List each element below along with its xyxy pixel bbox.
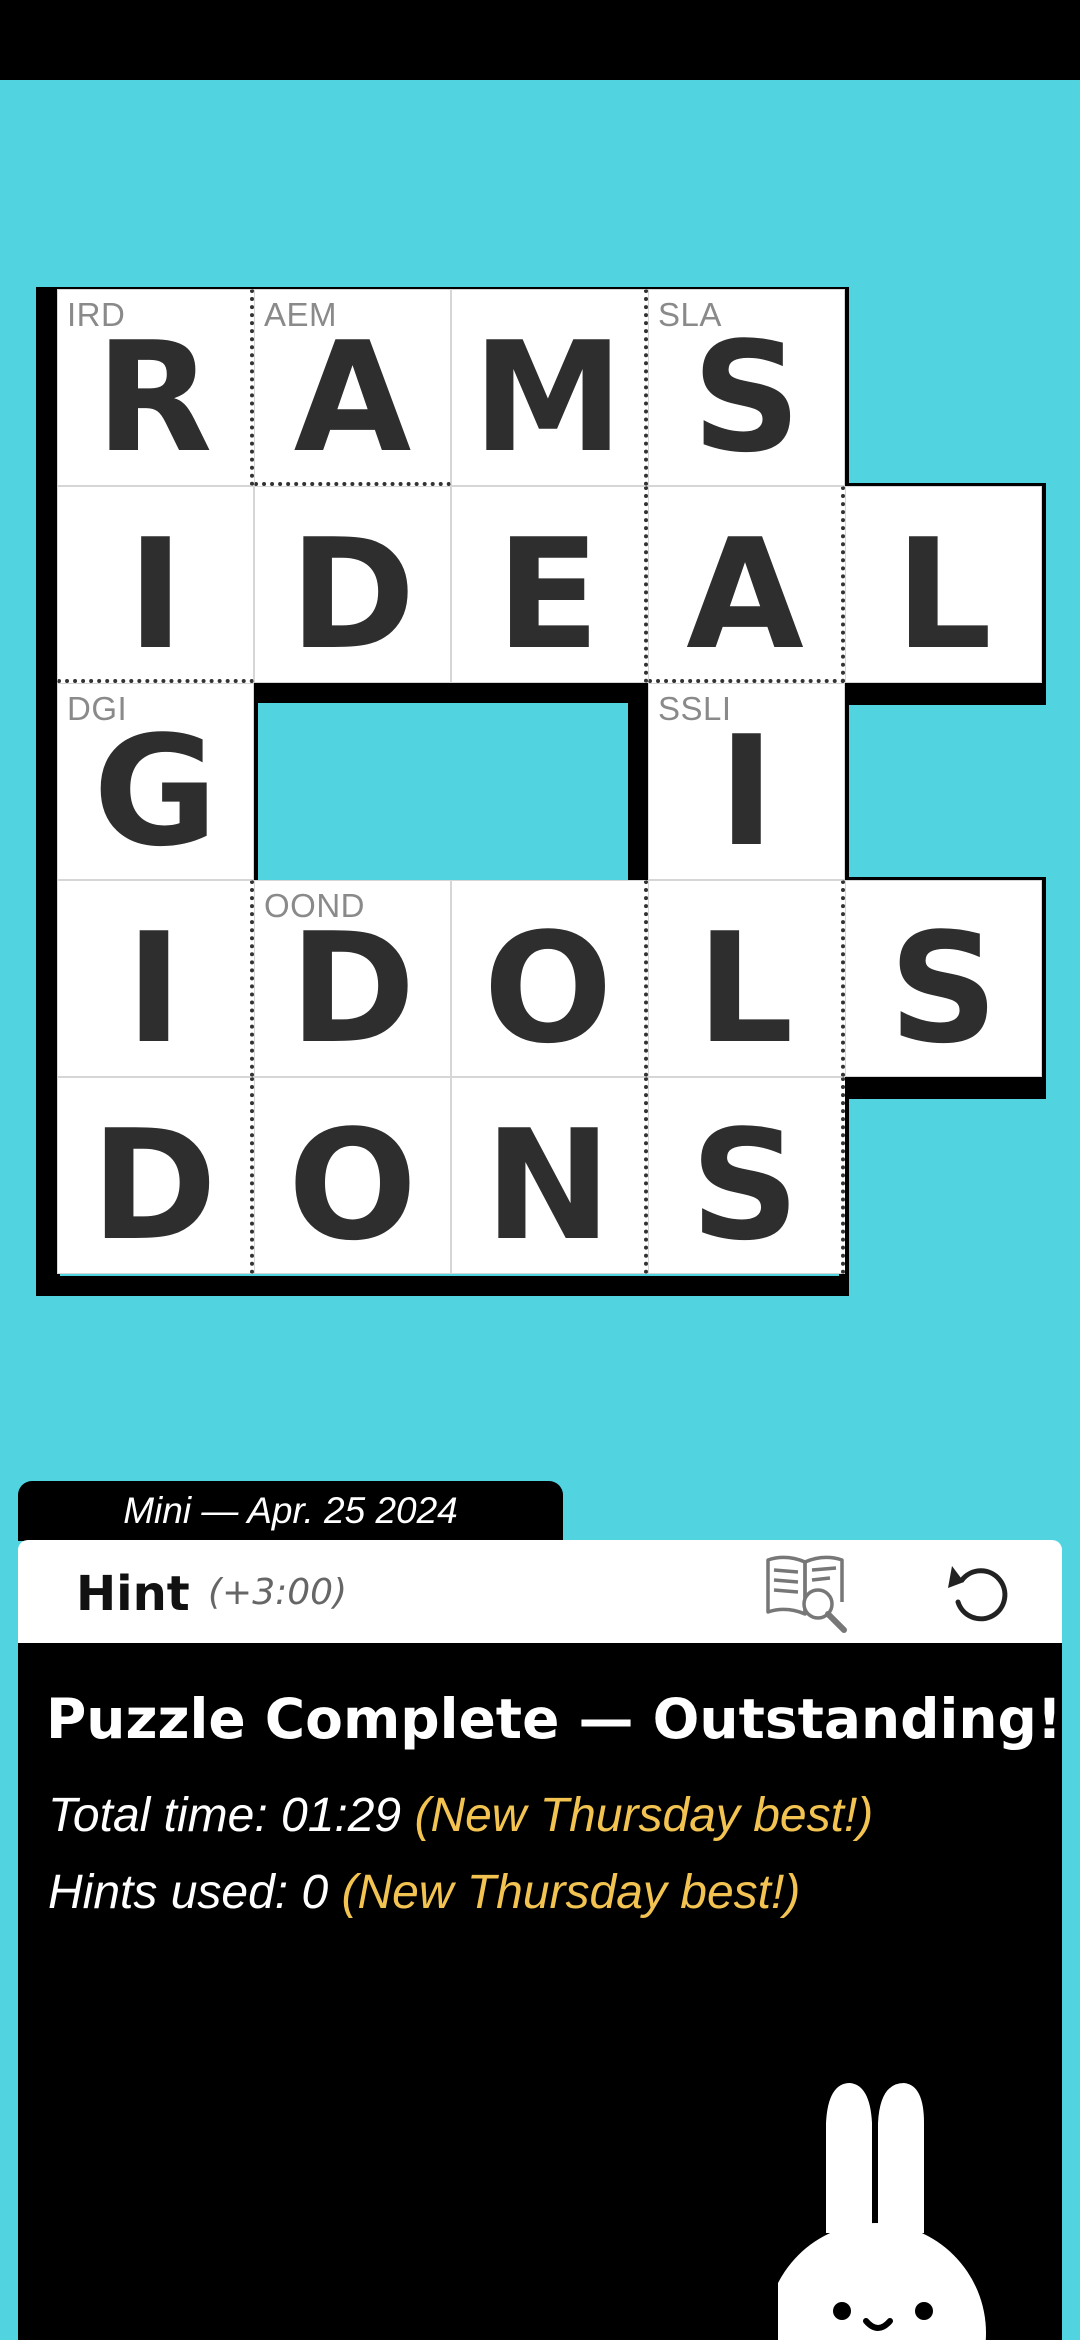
cell-letter: M — [472, 309, 624, 486]
bunny-mascot-icon — [778, 2083, 986, 2340]
grid-cell-r5c3[interactable]: N — [451, 1077, 648, 1274]
grid-cell-r5c4[interactable]: S — [648, 1077, 845, 1274]
grid-cell-r5c1[interactable]: D — [57, 1077, 254, 1274]
crossword-grid: IRD R AEM A M SLA S I D E A L DGI G SSLI I I OOND D O L S D O N S — [0, 0, 1080, 1320]
cell-letter: S — [888, 900, 999, 1077]
grid-frame-bottom — [36, 1276, 849, 1296]
grid-frame-s-bottom — [839, 1077, 1046, 1099]
grid-cell-r4c5[interactable]: S — [845, 880, 1042, 1077]
results-panel: Puzzle Complete — Outstanding! Total tim… — [18, 1643, 1062, 2340]
grid-cell-r4c2[interactable]: OOND D — [254, 880, 451, 1077]
grid-cell-r3c4[interactable]: SSLI I — [648, 683, 845, 880]
cell-letter: I — [127, 506, 184, 683]
cell-letter: I — [718, 703, 775, 880]
cell-letter: A — [293, 309, 412, 486]
cell-letter: D — [289, 506, 416, 683]
grid-hole — [258, 703, 628, 881]
total-time: Total time: 01:29 — [48, 1789, 402, 1842]
grid-cell-r2c5[interactable]: L — [845, 486, 1042, 683]
hint-button[interactable]: Hint — [76, 1566, 190, 1622]
grid-cell-r4c4[interactable]: L — [648, 880, 845, 1077]
grid-cell-r4c1[interactable]: I — [57, 880, 254, 1077]
grid-cell-r4c3[interactable]: O — [451, 880, 648, 1077]
hints-best-badge: (New Thursday best!) — [341, 1866, 801, 1919]
cell-letter: I — [125, 900, 183, 1077]
cell-letter: A — [686, 506, 804, 683]
cell-letter: R — [95, 309, 213, 486]
cell-letter: O — [287, 1097, 418, 1274]
puzzle-date-tab: Mini — Apr. 25 2024 — [18, 1481, 563, 1541]
completion-title: Puzzle Complete — Outstanding! — [46, 1687, 1062, 1751]
hint-penalty: (+3:00) — [208, 1572, 348, 1613]
grid-cell-r5c2[interactable]: O — [254, 1077, 451, 1274]
book-search-icon[interactable] — [764, 1552, 850, 1634]
grid-cell-r2c1[interactable]: I — [57, 486, 254, 683]
grid-cell-r3c1[interactable]: DGI G — [57, 683, 254, 880]
cell-letter: S — [690, 1097, 800, 1274]
cell-letter: O — [483, 900, 613, 1077]
cell-letter: D — [90, 1097, 218, 1274]
grid-frame-l-bottom — [839, 683, 1046, 705]
cell-letter: S — [691, 309, 802, 486]
cell-letter: E — [496, 506, 600, 683]
hints-used: Hints used: 0 — [48, 1866, 329, 1919]
grid-cell-r1c2[interactable]: AEM A — [254, 289, 451, 486]
cell-letter: L — [696, 900, 794, 1077]
cell-letter: L — [895, 506, 992, 683]
grid-cell-r1c4[interactable]: SLA S — [648, 289, 845, 486]
grid-cell-r2c2[interactable]: D — [254, 486, 451, 683]
cell-letter: G — [93, 703, 218, 880]
time-best-badge: (New Thursday best!) — [414, 1789, 874, 1842]
grid-cell-r1c3[interactable]: M — [451, 289, 648, 486]
undo-icon[interactable] — [944, 1558, 1014, 1628]
total-time-line: Total time: 01:29 (New Thursday best!) — [48, 1788, 873, 1843]
grid-cell-r2c3[interactable]: E — [451, 486, 648, 683]
hints-used-line: Hints used: 0 (New Thursday best!) — [48, 1865, 800, 1920]
grid-cell-r1c1[interactable]: IRD R — [57, 289, 254, 486]
cell-letter: N — [484, 1097, 612, 1274]
grid-cell-r2c4[interactable]: A — [648, 486, 845, 683]
cell-letter: D — [289, 900, 416, 1077]
toolbar: Hint (+3:00) — [18, 1540, 1062, 1643]
